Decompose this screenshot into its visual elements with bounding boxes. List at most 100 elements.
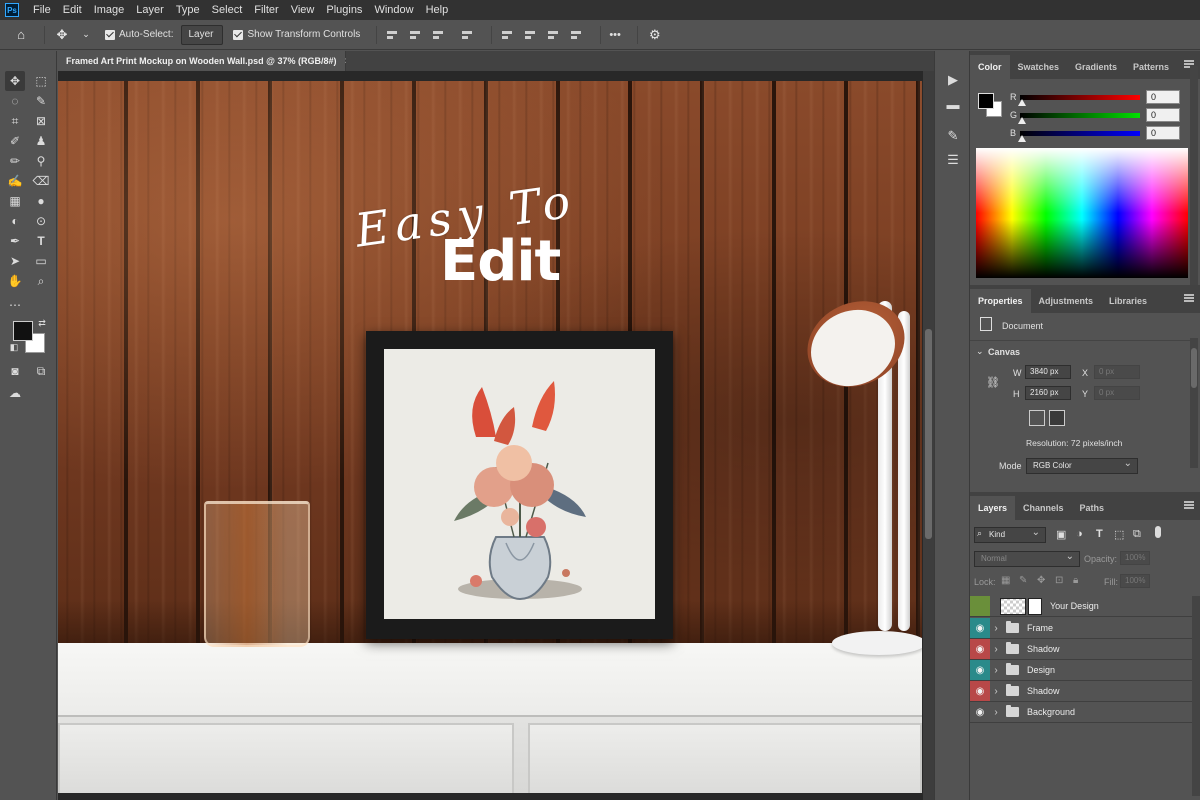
color-foreground-chip[interactable] bbox=[978, 93, 994, 109]
chevron-right-icon[interactable]: › bbox=[990, 644, 1002, 655]
show-transform-checkbox[interactable] bbox=[233, 29, 244, 40]
adjustment-filter-icon[interactable]: ◑ bbox=[1076, 528, 1083, 540]
tab-channels[interactable]: Channels bbox=[1015, 496, 1072, 520]
type-tool-icon[interactable]: T bbox=[31, 231, 51, 251]
menu-layer[interactable]: Layer bbox=[130, 0, 170, 20]
width-input[interactable]: 3840 px bbox=[1025, 365, 1071, 379]
align-bottom-icon[interactable] bbox=[546, 29, 560, 41]
menu-view[interactable]: View bbox=[285, 0, 321, 20]
menu-file[interactable]: File bbox=[27, 0, 57, 20]
visibility-eye-icon[interactable] bbox=[970, 596, 990, 616]
blue-value-input[interactable]: 0 bbox=[1146, 126, 1180, 140]
chevron-right-icon[interactable]: › bbox=[990, 707, 1002, 718]
fill-input[interactable]: 100% bbox=[1120, 574, 1150, 588]
quick-select-tool-icon[interactable]: ✎ bbox=[31, 91, 51, 111]
dodge-tool-icon[interactable]: ◐ bbox=[5, 211, 25, 231]
layer-your-design[interactable]: Your Design bbox=[970, 596, 1192, 617]
tab-swatches[interactable]: Swatches bbox=[1010, 55, 1068, 79]
history-icon[interactable]: ▶ bbox=[944, 71, 962, 89]
quick-mask-icon[interactable]: ◙ bbox=[5, 361, 25, 381]
chevron-down-icon[interactable]: ⌄ bbox=[77, 26, 95, 44]
tab-color[interactable]: Color bbox=[970, 55, 1010, 79]
lock-transparent-icon[interactable]: ▦ bbox=[1001, 575, 1010, 586]
green-slider-track[interactable] bbox=[1020, 113, 1140, 118]
tab-layers[interactable]: Layers bbox=[970, 496, 1016, 520]
visibility-eye-icon[interactable]: ◉ bbox=[970, 702, 990, 722]
panel-menu-icon[interactable] bbox=[1184, 501, 1194, 509]
chevron-right-icon[interactable]: › bbox=[990, 665, 1002, 676]
layer-frame[interactable]: ◉ › Frame bbox=[970, 618, 1192, 639]
lock-position-icon[interactable]: ✥ bbox=[1037, 575, 1045, 586]
color-spectrum[interactable] bbox=[976, 148, 1188, 278]
link-icon[interactable]: ⛓ bbox=[986, 376, 1000, 389]
rectangle-tool-icon[interactable]: ▭ bbox=[31, 251, 51, 271]
marquee-tool-icon[interactable]: ⬚ bbox=[31, 71, 51, 91]
auto-select-checkbox[interactable] bbox=[105, 29, 115, 40]
y-input[interactable]: 0 px bbox=[1094, 386, 1140, 400]
screen-mode-icon[interactable]: ⧉ bbox=[31, 361, 51, 381]
brush-tool-icon[interactable]: ✏ bbox=[5, 151, 25, 171]
adjustments-icon[interactable]: ☰ bbox=[944, 151, 962, 169]
scrollbar-thumb[interactable] bbox=[1191, 348, 1197, 388]
visibility-eye-icon[interactable]: ◉ bbox=[970, 660, 990, 680]
tab-libraries[interactable]: Libraries bbox=[1101, 289, 1155, 313]
frame-tool-icon[interactable]: ⊠ bbox=[31, 111, 51, 131]
move-tool-icon[interactable]: ✥ bbox=[5, 71, 25, 91]
visibility-eye-icon[interactable]: ◉ bbox=[970, 639, 990, 659]
layer-background[interactable]: ◉ › Background bbox=[970, 702, 1192, 723]
green-slider[interactable]: G 0 bbox=[1010, 108, 1196, 124]
filter-toggle-icon[interactable] bbox=[1155, 526, 1161, 538]
align-right-icon[interactable] bbox=[431, 29, 445, 41]
color-mode-dropdown[interactable]: RGB Color bbox=[1026, 458, 1138, 474]
visibility-eye-icon[interactable]: ◉ bbox=[970, 681, 990, 701]
history-brush-icon[interactable]: ✍ bbox=[5, 171, 25, 191]
lock-all-icon[interactable]: 🔒︎ bbox=[1073, 575, 1078, 586]
menu-type[interactable]: Type bbox=[170, 0, 206, 20]
sponge-tool-icon[interactable]: ⊙ bbox=[31, 211, 51, 231]
type-filter-icon[interactable]: T bbox=[1096, 528, 1103, 540]
green-slider-knob[interactable] bbox=[1018, 117, 1026, 124]
comments-icon[interactable]: ▬ bbox=[944, 95, 962, 113]
color-panel-scrollbar[interactable] bbox=[1190, 66, 1198, 286]
cloud-icon[interactable]: ☁ bbox=[5, 383, 25, 403]
swap-colors-icon[interactable]: ⇄ bbox=[36, 317, 48, 329]
tab-paths[interactable]: Paths bbox=[1072, 496, 1113, 520]
layer-design[interactable]: ◉ › Design bbox=[970, 660, 1192, 681]
chevron-right-icon[interactable]: › bbox=[990, 686, 1002, 697]
menu-filter[interactable]: Filter bbox=[248, 0, 284, 20]
brush-settings-icon[interactable]: ✎ bbox=[944, 127, 962, 145]
blend-mode-dropdown[interactable]: Normal bbox=[974, 551, 1080, 567]
home-icon[interactable]: ⌂ bbox=[12, 26, 30, 44]
layer-shadow[interactable]: ◉ › Shadow bbox=[970, 639, 1192, 660]
more-options-button[interactable]: ••• bbox=[609, 29, 621, 41]
layer-filter-dropdown[interactable]: Kind bbox=[974, 527, 1046, 543]
x-input[interactable]: 0 px bbox=[1094, 365, 1140, 379]
align-left-icon[interactable] bbox=[385, 29, 399, 41]
distribute-vertical-icon[interactable] bbox=[569, 29, 583, 41]
menu-help[interactable]: Help bbox=[420, 0, 455, 20]
red-value-input[interactable]: 0 bbox=[1146, 90, 1180, 104]
blue-slider-knob[interactable] bbox=[1018, 135, 1026, 142]
tab-adjustments[interactable]: Adjustments bbox=[1031, 289, 1102, 313]
panel-menu-icon[interactable] bbox=[1184, 294, 1194, 302]
auto-select-dropdown[interactable]: Layer bbox=[181, 24, 224, 45]
pen-tool-icon[interactable]: ✒ bbox=[5, 231, 25, 251]
menu-image[interactable]: Image bbox=[88, 0, 131, 20]
foreground-color-swatch[interactable] bbox=[13, 321, 33, 341]
layers-scrollbar[interactable] bbox=[1192, 596, 1200, 796]
blue-slider[interactable]: B 0 bbox=[1010, 126, 1196, 142]
visibility-eye-icon[interactable]: ◉ bbox=[970, 618, 990, 638]
align-center-icon[interactable] bbox=[408, 29, 422, 41]
chevron-right-icon[interactable]: › bbox=[990, 623, 1002, 634]
blue-slider-track[interactable] bbox=[1020, 131, 1140, 136]
scrollbar-thumb[interactable] bbox=[925, 329, 932, 539]
default-colors-icon[interactable]: ◧ bbox=[8, 341, 20, 353]
tab-properties[interactable]: Properties bbox=[970, 289, 1031, 313]
hand-tool-icon[interactable]: ✋ bbox=[5, 271, 25, 291]
layer-shadow[interactable]: ◉ › Shadow bbox=[970, 681, 1192, 702]
smart-object-filter-icon[interactable]: ⧉ bbox=[1133, 528, 1141, 541]
shape-filter-icon[interactable]: ⬚ bbox=[1114, 528, 1124, 541]
properties-scrollbar[interactable] bbox=[1190, 338, 1198, 468]
lasso-tool-icon[interactable]: ◌ bbox=[5, 91, 25, 111]
tab-gradients[interactable]: Gradients bbox=[1067, 55, 1125, 79]
